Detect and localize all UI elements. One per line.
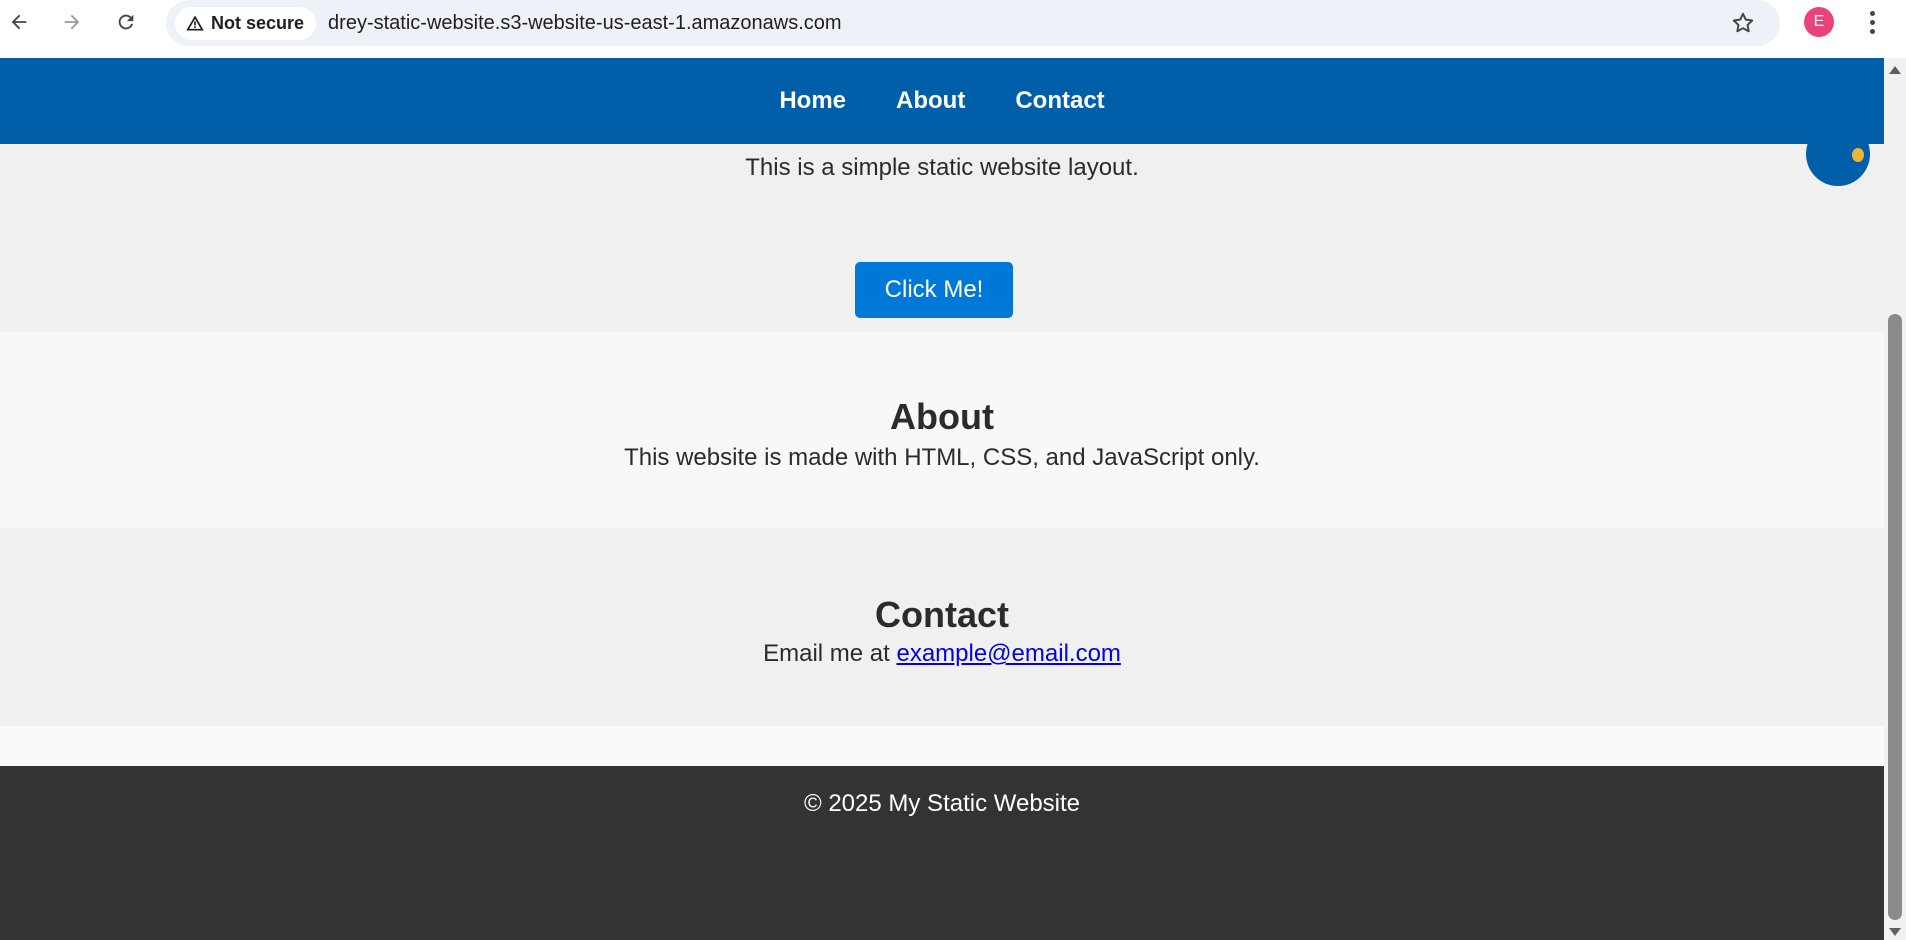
site-header: Home About Contact — [0, 58, 1884, 144]
vertical-scrollbar[interactable] — [1884, 58, 1906, 940]
nav-link-contact[interactable]: Contact — [1015, 87, 1104, 115]
page-viewport: Home About Contact This is a simple stat… — [0, 58, 1884, 940]
security-label: Not secure — [211, 12, 305, 33]
nav-link-home[interactable]: Home — [779, 87, 846, 115]
reload-button[interactable] — [108, 4, 144, 40]
scroll-up-icon[interactable] — [1889, 66, 1901, 74]
bookmark-star-icon[interactable] — [1730, 10, 1756, 36]
site-footer: © 2025 My Static Website — [0, 766, 1884, 940]
site-info-chip[interactable]: Not secure — [175, 6, 317, 40]
hero-section: This is a simple static website layout. … — [0, 144, 1884, 332]
hero-text: This is a simple static website layout. — [745, 154, 1139, 181]
profile-avatar[interactable]: E — [1804, 7, 1834, 37]
browser-toolbar: Not secure drey-static-website.s3-websit… — [0, 0, 1906, 46]
reload-icon — [118, 14, 134, 30]
url-text[interactable]: drey-static-website.s3-website-us-east-1… — [328, 12, 842, 35]
click-me-button[interactable]: Click Me! — [855, 262, 1013, 318]
scroll-down-icon[interactable] — [1889, 928, 1901, 936]
contact-heading: Contact — [875, 594, 1009, 635]
email-link[interactable]: example@email.com — [896, 640, 1120, 667]
contact-text: Email me at example@email.com — [0, 640, 1884, 668]
scrollbar-thumb[interactable] — [1888, 314, 1902, 920]
warning-icon — [186, 15, 204, 31]
contact-prefix: Email me at — [763, 640, 897, 667]
address-bar[interactable]: Not secure drey-static-website.s3-websit… — [166, 0, 1780, 46]
contact-section: Contact Email me at example@email.com — [0, 528, 1884, 726]
browser-menu-icon[interactable] — [1860, 8, 1884, 36]
about-section: About This website is made with HTML, CS… — [0, 332, 1884, 528]
forward-button[interactable] — [54, 4, 90, 40]
footer-text: © 2025 My Static Website — [803, 790, 1081, 817]
nav-link-about[interactable]: About — [896, 87, 965, 115]
arrow-right-icon — [64, 14, 80, 30]
about-heading: About — [890, 396, 994, 437]
back-button[interactable] — [1, 4, 37, 40]
about-text: This website is made with HTML, CSS, and… — [624, 444, 1260, 471]
arrow-left-icon — [11, 14, 27, 30]
section-spacer — [0, 726, 1884, 766]
